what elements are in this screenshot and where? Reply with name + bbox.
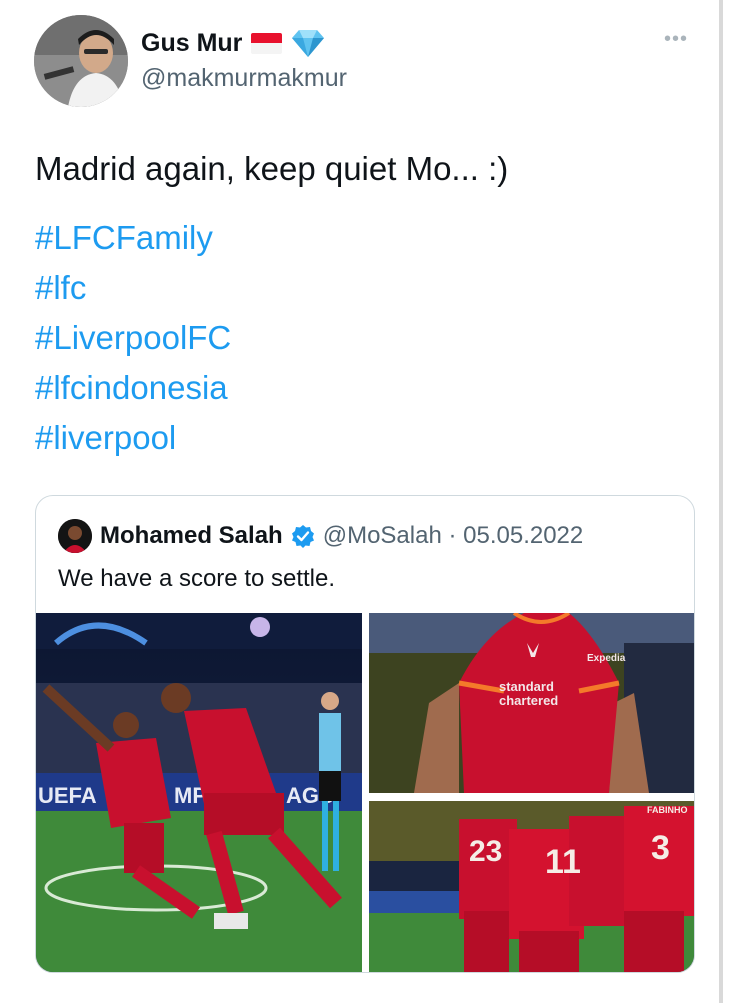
team-huddle-photo[interactable]: 23 11 3 FABINHO bbox=[369, 801, 694, 972]
quoted-handle-date[interactable]: @MoSalah · 05.05.2022 bbox=[323, 522, 584, 550]
quoted-tweet-text: We have a score to settle. bbox=[58, 565, 336, 592]
quoted-tweet-card[interactable]: Mohamed Salah @MoSalah · 05.05.2022 We h… bbox=[35, 495, 695, 973]
quoted-avatar bbox=[58, 519, 92, 553]
celebration-photo[interactable]: UEFA MPIO AGU bbox=[36, 613, 362, 972]
verified-badge-icon bbox=[291, 525, 314, 548]
sponsor-text: chartered bbox=[499, 693, 558, 708]
hashtag-link[interactable]: #liverpool bbox=[35, 413, 231, 463]
sponsor-text: standard bbox=[499, 679, 554, 694]
avatar[interactable] bbox=[34, 15, 128, 107]
hashtag-link[interactable]: #lfcindonesia bbox=[35, 363, 231, 413]
brand-text: Expedia bbox=[587, 653, 626, 664]
tweet-text: Madrid again, keep quiet Mo... :) bbox=[35, 150, 509, 187]
jersey-name: FABINHO bbox=[647, 805, 688, 815]
jersey-closeup-photo[interactable]: standard chartered Expedia bbox=[369, 613, 694, 793]
hashtag-list: #LFCFamily #lfc #LiverpoolFC #lfcindones… bbox=[35, 213, 231, 463]
ad-board-text: UEFA bbox=[38, 783, 97, 808]
more-options-icon[interactable]: ••• bbox=[664, 28, 688, 51]
user-handle[interactable]: @makmurmakmur bbox=[141, 64, 347, 93]
jersey-number: 23 bbox=[469, 835, 502, 868]
quoted-display-name[interactable]: Mohamed Salah bbox=[100, 522, 283, 550]
display-name-row: Gus Mur bbox=[141, 28, 325, 58]
quoted-tweet-header: Mohamed Salah @MoSalah · 05.05.2022 bbox=[58, 519, 583, 553]
media-grid: UEFA MPIO AGU standard chartered Expedia… bbox=[36, 613, 694, 972]
hashtag-link[interactable]: #LFCFamily bbox=[35, 213, 231, 263]
jersey-number: 3 bbox=[651, 829, 670, 867]
indonesia-flag-icon bbox=[251, 32, 283, 54]
display-name[interactable]: Gus Mur bbox=[141, 29, 242, 58]
jersey-number: 11 bbox=[545, 843, 581, 881]
diamond-icon bbox=[292, 30, 325, 57]
window-edge bbox=[719, 0, 723, 1003]
hashtag-link[interactable]: #LiverpoolFC bbox=[35, 313, 231, 363]
hashtag-link[interactable]: #lfc bbox=[35, 263, 231, 313]
avatar-photo bbox=[34, 15, 128, 107]
